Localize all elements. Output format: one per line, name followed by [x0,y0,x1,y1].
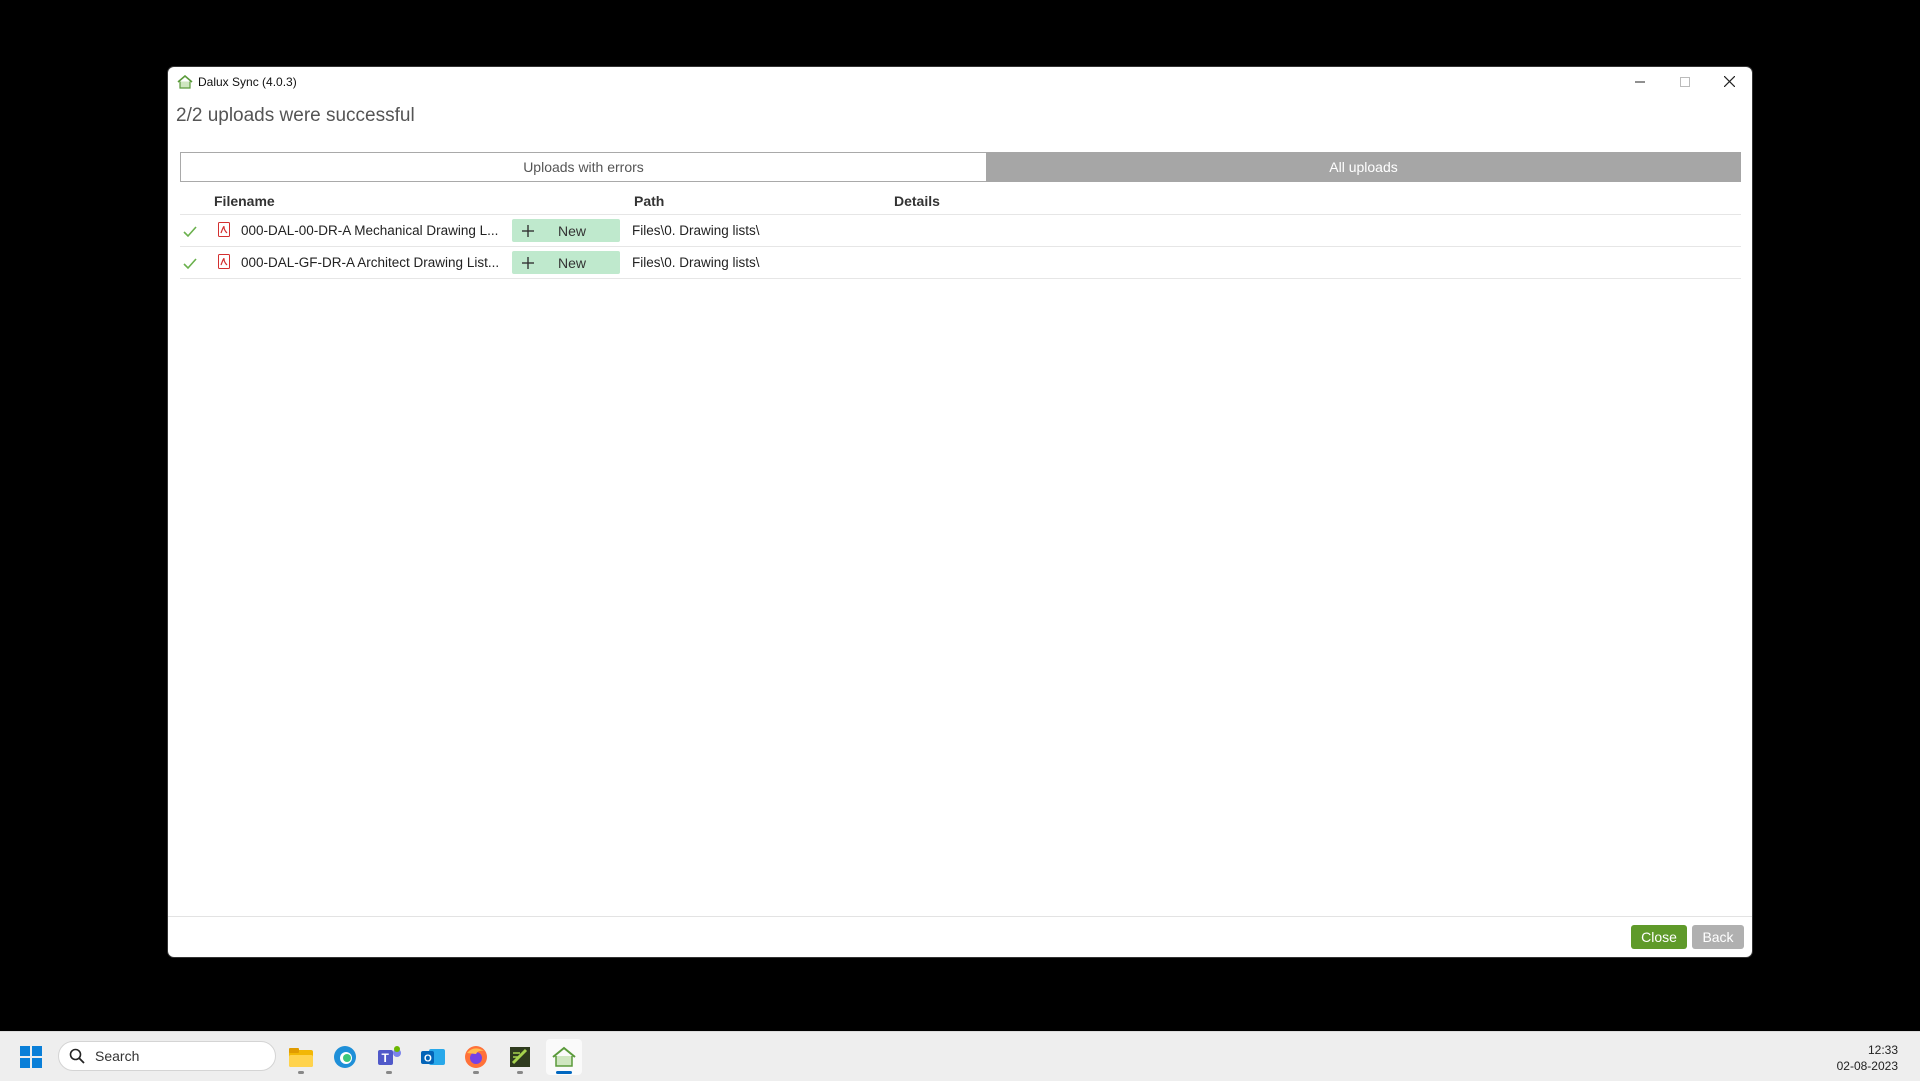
minimize-button[interactable] [1617,67,1662,96]
plus-icon [520,255,536,271]
pdf-file-icon [218,222,230,237]
window-title: Dalux Sync (4.0.3) [198,74,297,89]
close-button[interactable]: Close [1631,925,1687,949]
page-title: 2/2 uploads were successful [176,105,415,126]
file-path: Files\0. Drawing lists\ [632,255,760,270]
checkmark-icon [182,255,198,271]
path-column-header: Path [634,193,665,209]
dalux-sync-window: Dalux Sync (4.0.3) 2/2 uploads were succ… [168,67,1752,957]
taskbar: Search T O 12:33 02-08-2023 [0,1031,1920,1081]
plus-icon [520,223,536,239]
taskbar-search[interactable]: Search [58,1041,276,1071]
dialog-footer: Close Back [168,916,1752,957]
svg-text:O: O [424,1054,432,1065]
new-status-badge: New [512,251,620,274]
dalux-sync-icon[interactable] [546,1039,582,1075]
table-row[interactable]: 000-DAL-GF-DR-A Architect Drawing List..… [180,247,1741,279]
status-label: New [558,222,587,239]
teams-icon[interactable]: T [371,1039,407,1075]
notepadpp-icon[interactable] [502,1039,538,1075]
filename: 000-DAL-GF-DR-A Architect Drawing List..… [241,255,500,270]
maximize-button[interactable] [1662,67,1707,96]
details-column-header: Details [894,193,940,209]
title-bar: Dalux Sync (4.0.3) [168,67,1752,96]
svg-text:T: T [382,1051,390,1065]
back-button[interactable]: Back [1692,925,1744,949]
tab-uploads-with-errors[interactable]: Uploads with errors [180,152,986,182]
tab-all-uploads[interactable]: All uploads [986,152,1741,182]
file-explorer-icon[interactable] [283,1039,319,1075]
upload-filter-tabs: Uploads with errors All uploads [180,152,1741,182]
search-placeholder: Search [95,1048,140,1064]
firefox-icon[interactable] [458,1039,494,1075]
new-status-badge: New [512,219,620,242]
filename: 000-DAL-00-DR-A Mechanical Drawing L... [241,223,499,238]
clock-time: 12:33 [1867,1043,1898,1057]
file-path: Files\0. Drawing lists\ [632,223,760,238]
search-icon [69,1048,85,1064]
table-row[interactable]: 000-DAL-00-DR-A Mechanical Drawing L... … [180,215,1741,247]
uploads-table: Filename Path Details 000-DAL-00-DR-A Me… [180,186,1741,279]
edge-icon[interactable] [327,1039,363,1075]
table-header: Filename Path Details [180,186,1741,215]
status-label: New [558,254,587,271]
checkmark-icon [182,223,198,239]
pdf-file-icon [218,254,230,269]
outlook-icon[interactable]: O [415,1039,451,1075]
dalux-house-icon [177,74,193,89]
system-clock[interactable]: 12:33 02-08-2023 [1837,1042,1898,1074]
clock-date: 02-08-2023 [1836,1059,1898,1073]
filename-column-header: Filename [214,193,275,209]
close-window-button[interactable] [1707,67,1752,96]
windows-start-icon[interactable] [20,1046,42,1068]
